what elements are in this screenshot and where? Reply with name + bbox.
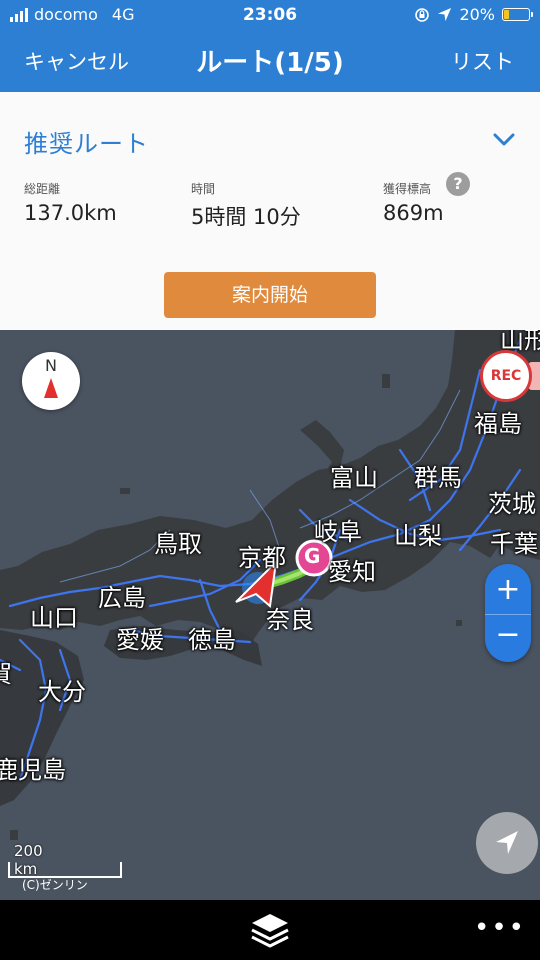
goal-marker[interactable]: G bbox=[304, 544, 320, 568]
route-name[interactable]: 推奨ルート bbox=[24, 124, 149, 159]
layers-icon[interactable] bbox=[249, 910, 291, 950]
pref-label-yamaguchi: 山口 bbox=[30, 604, 78, 632]
elevation-label: 獲得標高 bbox=[383, 182, 432, 196]
orientation-lock-icon bbox=[415, 7, 430, 22]
elevation-value: 869m bbox=[383, 201, 444, 225]
pref-label-chiba: 千葉 bbox=[490, 530, 538, 558]
top-bar: docomo 4G 23:06 20% キャンセル ルート(1/5) リスト bbox=[0, 0, 540, 92]
route-summary-card: 推奨ルート 総距離 137.0km 時間 5時間 10分 獲得標高 869m ?… bbox=[0, 92, 540, 330]
compass-north-label: N bbox=[45, 356, 57, 375]
time-stat: 時間 5時間 10分 bbox=[191, 180, 301, 231]
list-button[interactable]: リスト bbox=[451, 46, 514, 76]
distance-value: 137.0km bbox=[24, 201, 117, 225]
rec-button[interactable]: REC bbox=[480, 350, 532, 402]
distance-stat: 総距離 137.0km bbox=[24, 180, 117, 225]
battery-icon bbox=[502, 8, 533, 21]
pref-label-toyama: 富山 bbox=[330, 464, 378, 492]
pref-label-kagoshima: 鹿児島 bbox=[0, 756, 66, 784]
pref-label-saga: 賀 bbox=[0, 654, 12, 689]
pref-label-kyoto: 京都 bbox=[238, 544, 286, 572]
cancel-button[interactable]: キャンセル bbox=[24, 46, 129, 76]
pref-label-tokushima: 徳島 bbox=[188, 626, 236, 654]
zoom-in-button[interactable]: + bbox=[485, 568, 531, 612]
pref-label-fukushima: 福島 bbox=[474, 410, 522, 438]
elevation-stat: 獲得標高 869m bbox=[383, 180, 444, 225]
zoom-control: + − bbox=[485, 564, 531, 662]
pref-label-gunma: 群馬 bbox=[414, 464, 462, 492]
pref-label-ehime: 愛媛 bbox=[116, 626, 164, 654]
pref-label-gifu: 岐阜 bbox=[314, 518, 362, 546]
pref-label-oita: 大分 bbox=[38, 678, 86, 706]
pref-label-ibaraki: 茨城 bbox=[488, 490, 536, 518]
battery-percent: 20% bbox=[459, 5, 495, 24]
location-arrow-icon[interactable] bbox=[476, 812, 538, 874]
help-icon[interactable]: ? bbox=[446, 172, 470, 196]
more-icon[interactable]: ••• bbox=[474, 915, 524, 941]
status-right: 20% bbox=[414, 5, 533, 24]
bottom-bar: ••• bbox=[0, 900, 540, 960]
distance-label: 総距離 bbox=[24, 182, 61, 196]
status-bar: docomo 4G 23:06 20% bbox=[0, 0, 540, 30]
map-copyright: (C)ゼンリン bbox=[22, 878, 88, 892]
zoom-out-button[interactable]: − bbox=[485, 614, 531, 658]
pref-label-aichi: 愛知 bbox=[328, 558, 376, 586]
nav-bar: キャンセル ルート(1/5) リスト bbox=[0, 36, 540, 86]
map-view[interactable]: G 秋田 青 山形 福島 富山 群馬 茨城 岐阜 山梨 千葉 鳥取 京都 愛知 … bbox=[0, 330, 540, 900]
pref-label-yamanashi: 山梨 bbox=[394, 522, 442, 550]
time-value: 5時間 10分 bbox=[191, 205, 301, 229]
pref-label-nara: 奈良 bbox=[266, 606, 314, 634]
pref-label-tottori: 鳥取 bbox=[154, 530, 202, 558]
chevron-down-icon[interactable] bbox=[492, 128, 516, 152]
pref-label-hiroshima: 広島 bbox=[98, 584, 146, 612]
start-guidance-button[interactable]: 案内開始 bbox=[164, 272, 376, 318]
time-label: 時間 bbox=[191, 182, 216, 196]
compass-icon[interactable]: N bbox=[22, 352, 80, 410]
compass-needle bbox=[44, 378, 58, 398]
location-services-icon bbox=[438, 7, 452, 22]
